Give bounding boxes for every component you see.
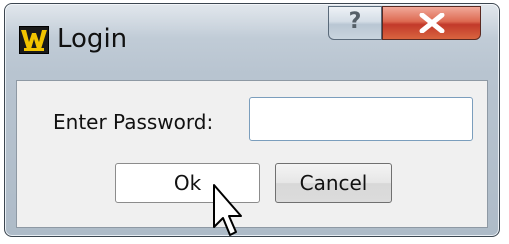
dialog-content: Enter Password: Ok Cancel xyxy=(16,80,488,228)
close-icon xyxy=(419,13,445,33)
password-label: Enter Password: xyxy=(53,110,214,134)
help-icon: ? xyxy=(348,9,362,34)
title-bar[interactable]: Login ? xyxy=(5,4,499,80)
close-button[interactable] xyxy=(382,6,481,40)
password-field[interactable] xyxy=(249,97,473,141)
cancel-button[interactable]: Cancel xyxy=(275,163,392,203)
w-logo-icon xyxy=(19,26,49,54)
help-button[interactable]: ? xyxy=(328,6,382,40)
dialog-title: Login xyxy=(57,24,128,54)
mouse-pointer-icon xyxy=(213,184,242,236)
login-dialog: Login ? Enter Password: Ok Cancel xyxy=(4,3,500,237)
